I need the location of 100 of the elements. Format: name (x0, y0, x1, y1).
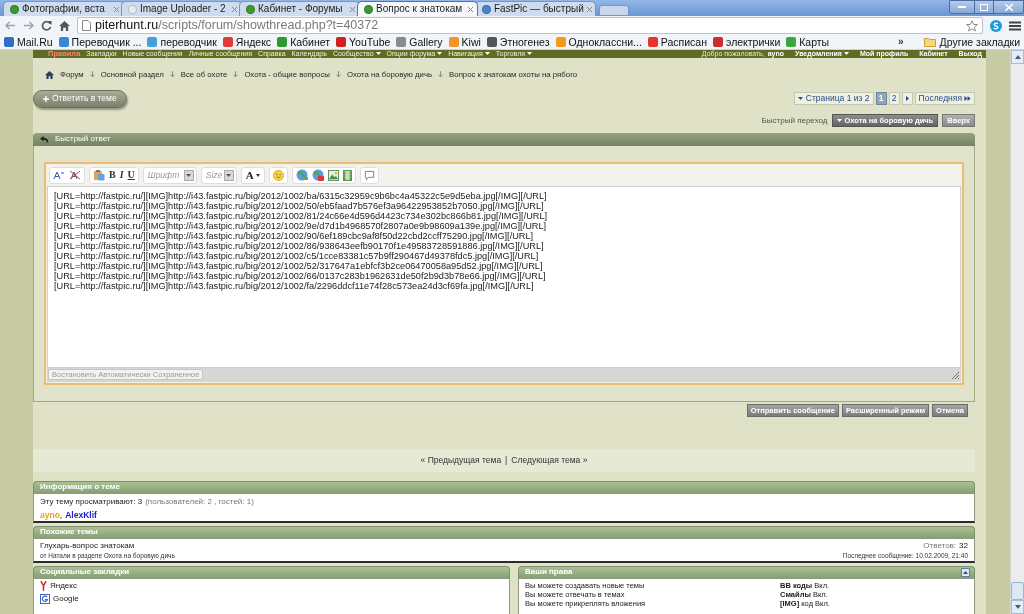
social-link[interactable]: Google (40, 593, 503, 604)
caret-icon (484, 52, 490, 56)
collapse-icon[interactable] (961, 567, 970, 577)
reply-arrow-icon (40, 135, 49, 143)
close-icon[interactable] (350, 6, 355, 12)
star-icon[interactable] (966, 19, 978, 32)
separator-arrow-icon (335, 71, 341, 78)
scroll-down-button[interactable] (1011, 600, 1024, 614)
caret-icon (437, 52, 443, 56)
bookmark-link[interactable]: Переводчик ... (58, 36, 142, 48)
bookmark-link[interactable]: Яндекс (222, 36, 272, 48)
close-button[interactable] (994, 0, 1024, 14)
section-title: Ваши права (525, 568, 573, 576)
bookmark-link[interactable]: Кабинет (277, 36, 331, 48)
arrow-right-icon (905, 96, 909, 101)
separator-arrow-icon (233, 71, 239, 78)
bold-button[interactable]: B (109, 170, 116, 180)
minimize-icon (958, 6, 966, 8)
caret-icon (836, 119, 842, 122)
section-title: Похожие темы (40, 528, 98, 536)
address-field[interactable]: piterhunt.ru/scripts/forum/showthread.php?t=40372 (77, 17, 983, 34)
last-page-button[interactable]: Последняя (914, 92, 975, 105)
previous-thread-link[interactable]: « Предыдущая тема (420, 455, 502, 465)
separator-text: , (59, 509, 63, 520)
page-dropdown[interactable]: Страница 1 из 2 (793, 92, 874, 105)
section-title: Информация о теме (40, 483, 120, 491)
forward-icon[interactable] (23, 21, 34, 30)
next-thread-link[interactable]: Следующая тема » (511, 455, 588, 465)
bookmark-link[interactable]: Gallery (396, 36, 443, 48)
picture-icon[interactable] (327, 169, 339, 181)
separator-arrow-icon (89, 71, 95, 78)
close-icon[interactable] (114, 6, 119, 12)
browser-tab[interactable]: Image Uploader - 2 (121, 1, 242, 16)
page-icon (82, 20, 91, 31)
panel-title: Быстрый ответ (55, 135, 111, 143)
quick-nav-label: Быстрый переход (761, 116, 828, 125)
close-icon[interactable] (468, 6, 473, 12)
minimize-button[interactable] (949, 0, 975, 14)
bookmark-link[interactable]: Одноклассни... (555, 36, 642, 48)
viewers-detail: (пользователей: 2 , гостей: 1) (145, 496, 254, 507)
message-textarea[interactable]: [URL=http://fastpic.ru/][IMG]http://i43.fastpic.ru/big/2012/1002/ba/6315c32959c9b6bc4a45322c5e9d5eba.jpg[/IMG][/URL] [URL=http://fastpic.ru/][IMG]http://i43.fastpic.ru/big/2012/1002/50/eb5faad7b576ef3a96422953852b7050.jpg[/IMG][/URL] [URL=http://fastpic.ru/][IMG]http://i43.fastpic.ru/big/2012/1002/81/24c66e4d596d4423c734e302bc866b81.jpg[/IMG][/URL] [URL=http://fastpic.ru/][IMG]http://i43.fastpic.ru/big/2012/1002/9e/d7d1b4968570f2807a0e9b98609a139e.jpg[/IMG][/URL] [URL=http://fastpic.ru/][IMG]http://i43.fastpic.ru/big/2012/1002/90/6ef189cbc9af8f50d22cbd2ccff75290.jpg[/IMG][/URL] [URL=http://fastpic.ru/][IMG]http://i43.fastpic.ru/big/2012/1002/86/938643eefb90170f1e49583728591886.jpg[/IMG][/URL] [URL=http://fastpic.ru/][IMG]http://i43.fastpic.ru/big/2012/1002/c5/1cce83381c57b9ff290467d49378fdc5.jpg[/IMG][/URL] [URL=http://fastpic.ru/][IMG]http://i43.fastpic.ru/big/2012/1002/52/317647a1ebfcf3b2ce06470058a95d52.jpg[/IMG][/URL] [URL=http://fastpic.ru/][IMG]http://i43.fastpic.ru/big/2012/1002/66/0137c283b1962631de50f2b9d3b78e66.jpg[/IMG][/URL] [URL=http://fastpic.ru/][IMG]http://i43.fastpic.ru/big/2012/1002/fa/2296ddcf11e74f28c573ea24d3cf69fa.jpg[/IMG][/URL] (47, 185, 961, 368)
bookmark-link[interactable]: Расписан (647, 36, 707, 48)
bookmark-link[interactable]: Mail.Ru (4, 36, 53, 48)
replies-count: 32 (959, 540, 968, 551)
bookmark-folder[interactable]: Другие закладки (923, 36, 1020, 48)
dropdown-button[interactable] (183, 169, 194, 181)
browser-tab[interactable]: Вопрос к знатокам (357, 1, 478, 16)
home-icon[interactable] (59, 20, 70, 31)
separator-arrow-icon (169, 71, 175, 78)
separator-text: | (505, 455, 508, 465)
scroll-up-button[interactable] (1011, 50, 1024, 64)
ribbon-icon (40, 580, 47, 591)
browser-tab[interactable]: Фотографии, вста (3, 1, 124, 16)
close-icon[interactable] (232, 6, 237, 12)
username-link[interactable]: AlexKlif (65, 509, 97, 520)
bookmark-link[interactable]: Карты (786, 36, 830, 48)
bookmark-link[interactable]: Kiwi (448, 36, 481, 48)
speech-bubble-icon[interactable] (363, 169, 375, 181)
viewers-text: Эту тему просматривают: 3 (40, 496, 143, 507)
home-icon[interactable] (45, 70, 54, 79)
browser-tab[interactable]: Кабинет - Форумы (239, 1, 360, 16)
dropdown-button[interactable] (223, 169, 234, 181)
bookmark-link[interactable]: YouTube (336, 36, 391, 48)
close-icon (1004, 3, 1013, 11)
thread-link[interactable]: Глухарь-вопрос знатокам (40, 540, 175, 551)
scrollbar-thumb[interactable] (1011, 582, 1024, 600)
film-icon[interactable] (342, 169, 352, 181)
underline-button[interactable]: U (127, 170, 135, 180)
maximize-button[interactable] (975, 0, 994, 14)
folder-icon (923, 37, 936, 47)
back-icon[interactable] (5, 21, 16, 30)
more-bookmarks-button[interactable]: » (898, 37, 904, 47)
clipboard-icon[interactable] (93, 169, 105, 181)
reload-icon[interactable] (41, 20, 52, 31)
arrow-up-icon (1014, 55, 1021, 59)
double-arrow-icon (964, 96, 971, 101)
caret-icon (527, 52, 532, 56)
caret-icon (797, 97, 803, 100)
bookmark-link[interactable]: электрички (713, 36, 781, 48)
globe-icon[interactable] (295, 169, 308, 181)
text-style-icon[interactable] (53, 170, 65, 180)
page-number[interactable]: 2 (888, 92, 900, 105)
browser-tab[interactable]: FastPic — быстрый (475, 1, 596, 16)
clear-format-icon[interactable] (69, 170, 81, 180)
caret-icon (255, 173, 260, 177)
caret-icon (375, 52, 381, 56)
globe-icon[interactable] (311, 169, 324, 181)
next-page-button[interactable] (901, 92, 913, 105)
social-link[interactable]: Яндекс (40, 580, 503, 591)
resize-grip-icon[interactable] (951, 370, 959, 379)
close-icon[interactable] (586, 6, 592, 12)
plus-icon (43, 95, 49, 102)
replies-label: Ответов: (923, 540, 957, 551)
bookmark-link[interactable]: Этногенез (486, 36, 550, 48)
menu-icon[interactable] (1009, 20, 1021, 31)
swirl-circle-icon[interactable] (990, 19, 1002, 32)
text-color-button[interactable]: A (240, 166, 265, 184)
bookmark-link[interactable]: переводчик (147, 36, 217, 48)
smiley-icon[interactable] (272, 169, 284, 181)
italic-button[interactable]: I (119, 170, 124, 180)
